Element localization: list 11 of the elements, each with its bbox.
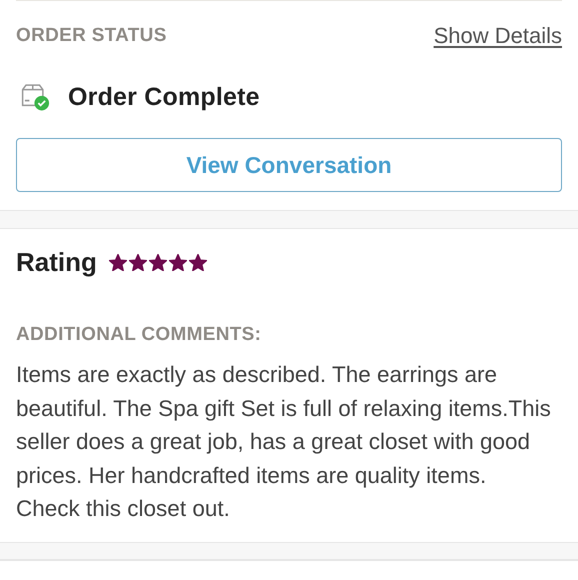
star-icon [128,254,147,271]
show-details-link[interactable]: Show Details [434,23,562,49]
order-status-text: Order Complete [68,83,260,112]
comment-text: Items are exactly as described. The earrings are beautiful. The Spa gift Set is full of relaxing items.This seller does a great job, has a great closet with good prices. Her handcrafted items are quality items. Check this closet out. [16,361,552,523]
section-heading: ORDER STATUS [16,25,167,47]
comments-heading: ADDITIONAL COMMENTS: [16,324,262,346]
star-icon [168,254,187,271]
star-icon [148,254,167,271]
star-icon [108,254,127,271]
rating-title: Rating [16,247,97,278]
star-icon [188,254,207,271]
